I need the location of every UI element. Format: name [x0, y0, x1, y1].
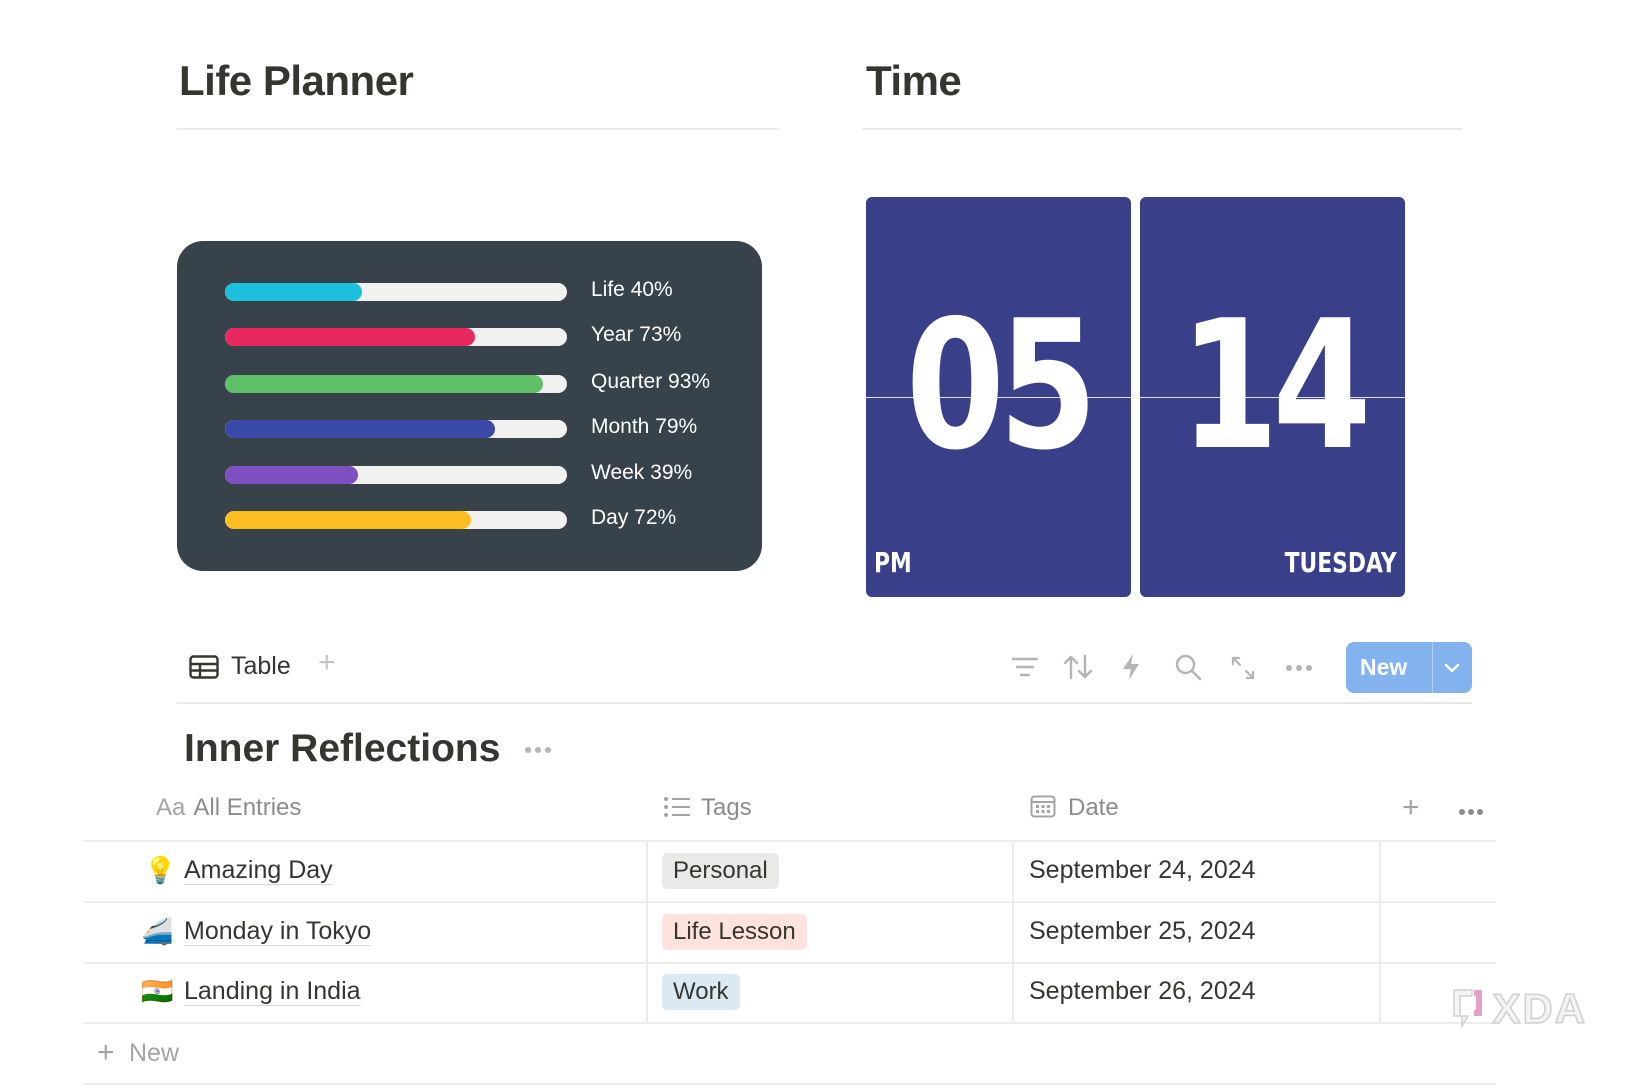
column-header-entries[interactable]: Aa All Entries	[156, 794, 301, 822]
progress-row-day: Day 72%	[225, 506, 745, 531]
time-divider	[862, 128, 1462, 130]
column-label-entries: All Entries	[193, 794, 302, 821]
entry-date: September 24, 2024	[1029, 856, 1256, 884]
tab-table-label: Table	[231, 652, 291, 680]
progress-row-quarter: Quarter 93%	[225, 370, 745, 395]
expand-icon[interactable]	[1230, 655, 1256, 681]
text-property-icon: Aa	[156, 794, 186, 821]
clock-minute-card: 14 TUESDAY	[1140, 197, 1405, 597]
tag-badge[interactable]: Personal	[662, 853, 779, 889]
clock-day: TUESDAY	[1284, 546, 1397, 579]
progress-widget: Life 40% Year 73% Quarter 93% Month 79% …	[177, 241, 762, 571]
watermark-text: XDA	[1492, 984, 1588, 1033]
train-icon: 🚄	[141, 916, 174, 946]
life-planner-divider	[177, 128, 779, 130]
progress-fill	[225, 283, 362, 301]
add-row-label: New	[128, 1038, 179, 1067]
search-icon[interactable]	[1174, 653, 1202, 681]
flip-divider	[1140, 397, 1405, 398]
clock-period: PM	[874, 546, 912, 579]
column-header-tags[interactable]: Tags	[663, 794, 752, 822]
database-title[interactable]: Inner Reflections	[184, 727, 500, 771]
progress-fill	[225, 328, 475, 346]
lightbulb-icon: 💡	[144, 855, 177, 885]
add-property-button[interactable]: +	[1402, 793, 1420, 823]
progress-row-life: Life 40%	[225, 278, 745, 303]
new-button-label: New	[1360, 654, 1408, 680]
toolbar-divider	[177, 702, 1472, 704]
entry-title[interactable]: Amazing Day	[184, 856, 333, 885]
progress-fill	[225, 420, 496, 438]
india-flag-icon: 🇮🇳	[141, 976, 174, 1006]
progress-label: Week 39%	[591, 461, 693, 484]
clock-hour-card: 05 PM	[866, 197, 1131, 597]
automation-icon[interactable]	[1120, 653, 1142, 681]
xda-watermark-logo: XDA	[1448, 984, 1588, 1033]
progress-row-week: Week 39%	[225, 461, 745, 486]
progress-fill	[225, 466, 359, 484]
progress-track	[225, 375, 567, 393]
progress-label: Day 72%	[591, 506, 677, 529]
clock-minute: 14	[1179, 282, 1372, 489]
tag-badge[interactable]: Life Lesson	[662, 914, 807, 950]
clock-hour: 05	[905, 282, 1098, 489]
table-icon	[189, 655, 219, 679]
entry-date: September 25, 2024	[1029, 917, 1256, 945]
progress-label: Month 79%	[591, 415, 698, 438]
progress-label: Life 40%	[591, 278, 673, 301]
progress-label: Year 73%	[591, 323, 682, 346]
properties-more-icon[interactable]	[1458, 808, 1484, 816]
progress-track	[225, 328, 567, 346]
filter-icon[interactable]	[1011, 655, 1039, 679]
table-bottom-border	[83, 1083, 1496, 1085]
tag-badge[interactable]: Work	[662, 974, 740, 1010]
entry-date: September 26, 2024	[1029, 977, 1256, 1005]
progress-row-year: Year 73%	[225, 323, 745, 348]
progress-fill	[225, 511, 472, 529]
database-more-icon[interactable]	[524, 746, 552, 754]
progress-fill	[225, 375, 544, 393]
plus-icon: +	[97, 1036, 115, 1069]
column-label-tags: Tags	[701, 794, 752, 821]
progress-row-month: Month 79%	[225, 415, 745, 440]
progress-label: Quarter 93%	[591, 370, 711, 393]
calendar-icon	[1030, 795, 1056, 818]
progress-track	[225, 283, 567, 301]
column-label-date: Date	[1068, 794, 1119, 821]
list-icon	[664, 797, 690, 817]
add-view-button[interactable]: +	[318, 648, 336, 678]
chevron-down-icon[interactable]	[1432, 642, 1472, 693]
column-header-date[interactable]: Date	[1030, 794, 1119, 822]
time-heading: Time	[866, 57, 962, 104]
xda-logo-icon	[1453, 989, 1482, 1029]
entry-title[interactable]: Monday in Tokyo	[184, 917, 372, 946]
add-row-button[interactable]: + New	[97, 1036, 179, 1070]
progress-track	[225, 420, 567, 438]
entry-title[interactable]: Landing in India	[184, 977, 361, 1006]
more-icon[interactable]	[1285, 664, 1313, 672]
row-divider	[83, 1022, 1496, 1024]
sort-icon[interactable]	[1063, 654, 1093, 680]
flip-divider	[866, 397, 1131, 398]
life-planner-heading: Life Planner	[179, 57, 414, 104]
new-entry-button[interactable]: New	[1346, 642, 1472, 693]
progress-track	[225, 511, 567, 529]
progress-track	[225, 466, 567, 484]
